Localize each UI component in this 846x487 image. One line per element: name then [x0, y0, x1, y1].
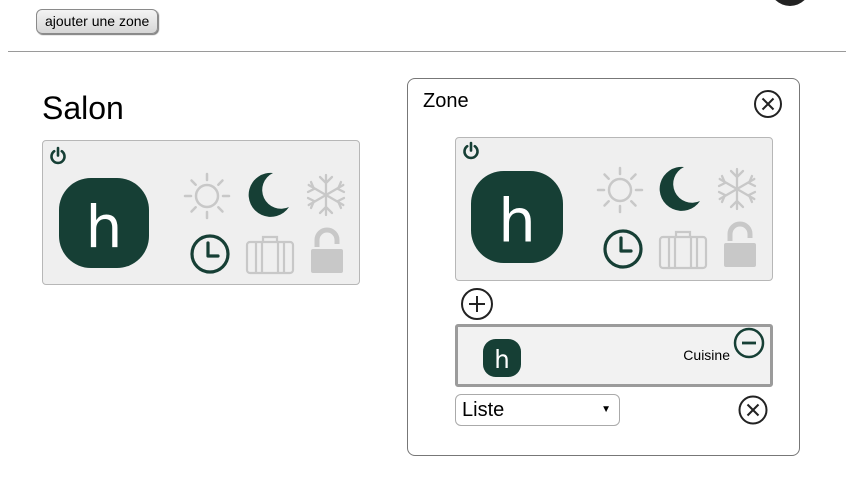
- zone-title: Salon: [42, 90, 124, 126]
- sun-icon[interactable]: [183, 172, 231, 220]
- list-select[interactable]: Liste ▼: [455, 394, 620, 426]
- remove-device-icon[interactable]: [733, 327, 765, 359]
- moon-icon[interactable]: [245, 171, 291, 219]
- add-zone-button[interactable]: ajouter une zone: [36, 9, 159, 34]
- unlocked-padlock-icon[interactable]: [309, 227, 345, 275]
- device-logo-icon: h: [483, 339, 521, 377]
- device-card: h: [42, 140, 360, 285]
- sun-icon[interactable]: [596, 166, 644, 214]
- device-logo-letter: h: [498, 187, 536, 256]
- panel-title: Zone: [423, 90, 469, 112]
- panel-device-card: h: [455, 137, 773, 281]
- snowflake-icon[interactable]: [714, 166, 760, 212]
- add-device-icon[interactable]: [460, 287, 494, 321]
- power-icon[interactable]: [48, 146, 68, 166]
- divider: [8, 51, 846, 52]
- snowflake-icon[interactable]: [303, 172, 349, 218]
- list-item[interactable]: h Cuisine: [455, 324, 773, 387]
- suitcase-icon[interactable]: [245, 233, 295, 275]
- device-logo-icon: h: [59, 178, 149, 268]
- device-logo-icon: h: [471, 171, 563, 263]
- member-logo-letter: h: [494, 345, 510, 374]
- list-select-value: Liste: [462, 399, 505, 421]
- device-logo-letter: h: [86, 193, 123, 261]
- clock-icon[interactable]: [602, 228, 644, 270]
- suitcase-icon[interactable]: [658, 228, 708, 270]
- moon-icon[interactable]: [656, 165, 702, 213]
- delete-zone-icon[interactable]: [737, 394, 769, 426]
- unlocked-padlock-icon[interactable]: [722, 221, 758, 269]
- caret-down-icon: ▼: [601, 404, 611, 415]
- close-icon[interactable]: [753, 89, 783, 119]
- zone-edit-panel: Zone h h Cuisine Liste ▼: [407, 78, 800, 456]
- avatar[interactable]: [770, 0, 810, 6]
- clock-icon[interactable]: [189, 233, 231, 275]
- power-icon[interactable]: [461, 141, 481, 161]
- member-name: Cuisine: [683, 347, 730, 363]
